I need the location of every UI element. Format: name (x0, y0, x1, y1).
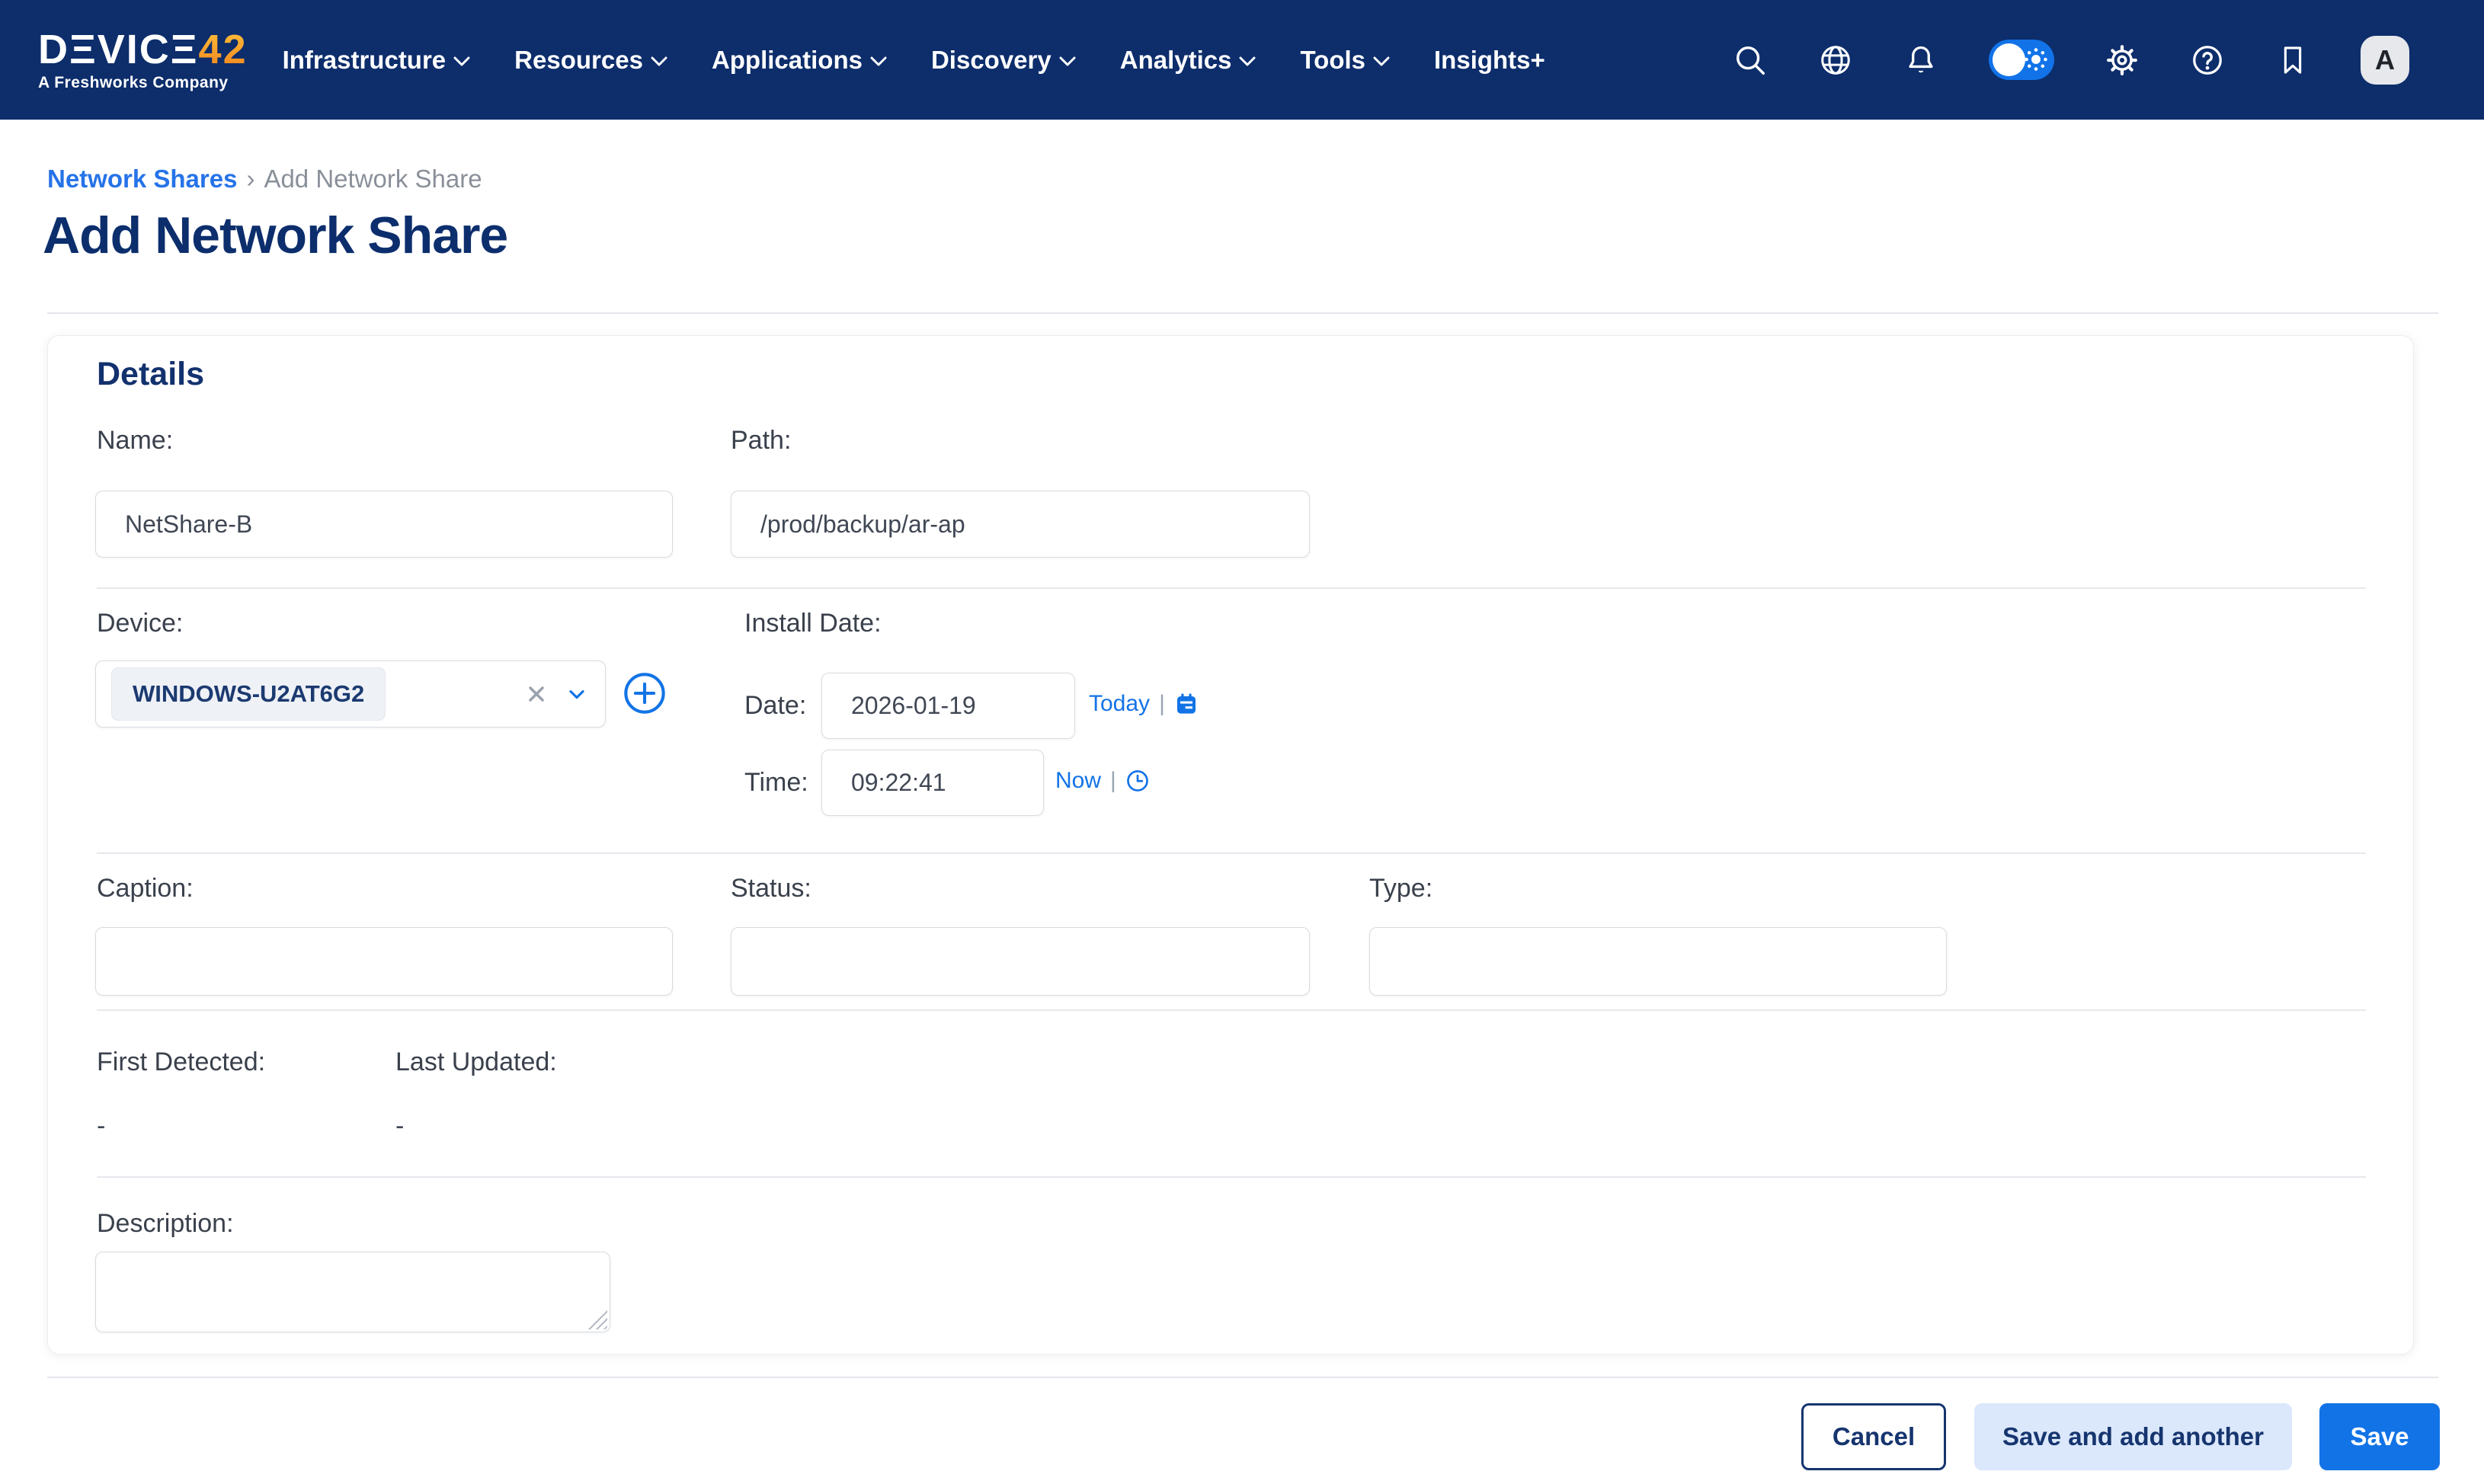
menu-infrastructure[interactable]: Infrastructure (283, 46, 471, 75)
chevron-down-icon (870, 56, 887, 67)
time-label: Time: (744, 768, 808, 798)
type-input[interactable] (1369, 927, 1947, 996)
now-link[interactable]: Now (1055, 768, 1101, 794)
today-link[interactable]: Today (1089, 691, 1150, 717)
select-chevron-down-icon[interactable] (564, 682, 590, 710)
caption-input[interactable] (95, 927, 673, 996)
navbar-actions: A (1733, 36, 2409, 85)
divider (97, 587, 2366, 589)
menu-resources[interactable]: Resources (514, 46, 667, 75)
caption-label: Caption: (97, 874, 194, 904)
save-button[interactable]: Save (2319, 1403, 2440, 1470)
last-updated-value: - (395, 1111, 404, 1141)
path-label: Path: (731, 426, 791, 456)
logo-wordmark: DΞVICΞ42 (38, 29, 248, 70)
help-icon[interactable] (2190, 43, 2225, 78)
chevron-down-icon (651, 56, 667, 67)
menu-tools[interactable]: Tools (1300, 46, 1390, 75)
menu-discovery[interactable]: Discovery (931, 46, 1076, 75)
avatar-initial: A (2375, 44, 2395, 76)
divider (97, 852, 2366, 854)
device-chip: WINDOWS-U2AT6G2 (111, 667, 386, 721)
sun-icon (2023, 46, 2049, 72)
menu-insights[interactable]: Insights+ (1434, 46, 1545, 75)
description-label: Description: (97, 1209, 234, 1239)
clear-selection-icon[interactable] (524, 682, 549, 710)
status-input[interactable] (731, 927, 1310, 996)
menu-applications[interactable]: Applications (712, 46, 887, 75)
breadcrumb: Network Shares › Add Network Share (47, 165, 482, 193)
divider (47, 1377, 2438, 1378)
settings-gear-icon[interactable] (2105, 43, 2140, 78)
device-label: Device: (97, 609, 183, 638)
first-detected-label: First Detected: (97, 1047, 265, 1077)
main-menu: Infrastructure Resources Applications Di… (283, 0, 1545, 120)
pipe-separator: | (1159, 691, 1165, 717)
pipe-separator: | (1110, 768, 1116, 794)
chevron-down-icon (1373, 56, 1390, 67)
type-label: Type: (1369, 874, 1432, 904)
bookmark-icon[interactable] (2275, 43, 2310, 78)
chevron-down-icon (453, 56, 470, 67)
description-textarea[interactable] (95, 1252, 610, 1332)
page-title: Add Network Share (43, 206, 507, 265)
breadcrumb-separator: › (246, 165, 254, 193)
chevron-down-icon (1239, 56, 1256, 67)
menu-analytics[interactable]: Analytics (1120, 46, 1256, 75)
section-title: Details (97, 356, 204, 393)
time-quick-actions: Now | (1055, 768, 1150, 794)
globe-icon[interactable] (1818, 43, 1853, 78)
cancel-button[interactable]: Cancel (1801, 1403, 1946, 1470)
breadcrumb-current: Add Network Share (264, 165, 482, 193)
name-label: Name: (97, 426, 173, 456)
first-detected-value: - (97, 1111, 105, 1141)
user-avatar[interactable]: A (2361, 36, 2409, 85)
theme-toggle[interactable] (1989, 40, 2054, 80)
last-updated-label: Last Updated: (395, 1047, 557, 1077)
logo-tagline: A Freshworks Company (38, 75, 248, 91)
device42-logo[interactable]: DΞVICΞ42 A Freshworks Company (38, 29, 248, 91)
save-and-add-another-button[interactable]: Save and add another (1974, 1403, 2292, 1470)
divider (47, 312, 2438, 314)
breadcrumb-network-shares[interactable]: Network Shares (47, 165, 237, 193)
time-input[interactable] (821, 750, 1044, 816)
toggle-knob-icon (1993, 43, 2025, 76)
logo-42: 42 (199, 27, 248, 72)
top-navbar: DΞVICΞ42 A Freshworks Company Infrastruc… (0, 0, 2484, 120)
details-card: Details Name: Path: Device: WINDOWS-U2AT… (47, 335, 2414, 1354)
date-input[interactable] (821, 673, 1075, 739)
clock-icon[interactable] (1125, 769, 1150, 793)
path-input[interactable] (731, 491, 1310, 558)
add-device-button[interactable] (623, 671, 667, 715)
install-date-label: Install Date: (744, 609, 882, 638)
chevron-down-icon (1059, 56, 1076, 67)
notifications-bell-icon[interactable] (1903, 43, 1938, 78)
device-select[interactable]: WINDOWS-U2AT6G2 (95, 660, 606, 728)
name-input[interactable] (95, 491, 673, 558)
divider (97, 1176, 2366, 1178)
search-icon[interactable] (1733, 43, 1768, 78)
calendar-icon[interactable] (1174, 692, 1199, 716)
date-quick-actions: Today | (1089, 691, 1199, 717)
date-label: Date: (744, 691, 806, 721)
status-label: Status: (731, 874, 811, 904)
divider (97, 1009, 2366, 1011)
